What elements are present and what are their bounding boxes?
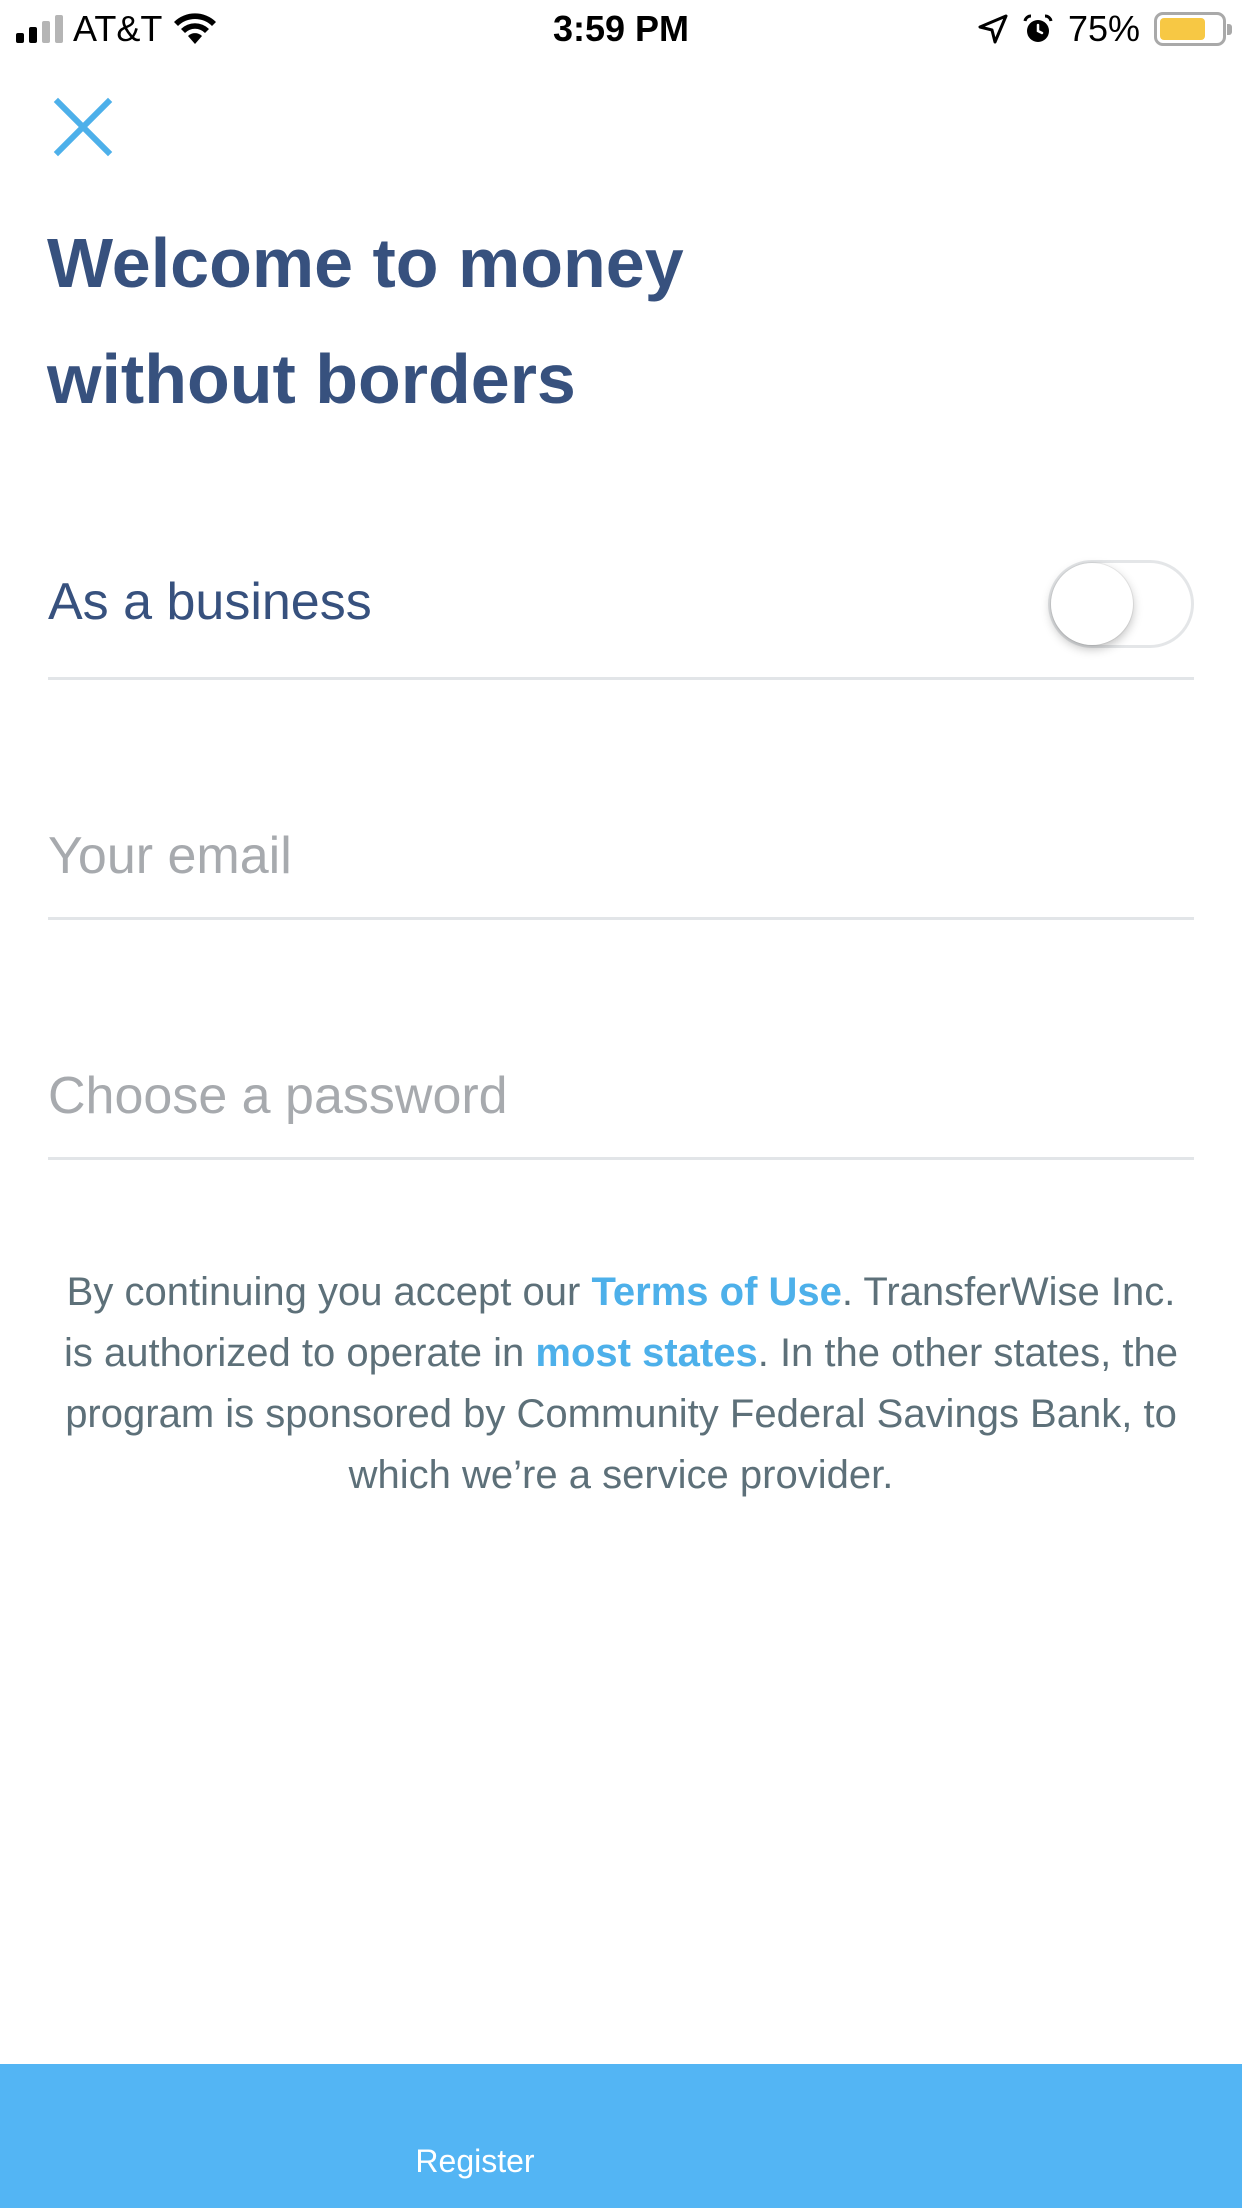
location-arrow-icon: [978, 14, 1008, 44]
most-states-link[interactable]: most states: [535, 1331, 757, 1375]
password-field[interactable]: [48, 1066, 1194, 1126]
register-button[interactable]: [0, 2064, 1242, 2208]
alarm-icon: [1023, 14, 1053, 42]
close-icon: [53, 97, 113, 157]
business-toggle-label: As a business: [48, 573, 372, 631]
status-bar: AT&T 3:59 PM 75%: [0, 0, 1242, 62]
business-toggle-row: As a business: [48, 560, 1194, 680]
legal-text: By continuing you accept our Terms of Us…: [60, 1262, 1182, 1506]
close-button[interactable]: [52, 96, 114, 158]
password-field-row: [48, 1050, 1194, 1160]
status-bar-right: 75%: [978, 8, 1232, 50]
page-title-line-2: without borders: [47, 340, 576, 418]
page-title: Welcome to money without borders: [47, 205, 947, 437]
battery-percent: 75%: [1067, 8, 1140, 49]
email-field[interactable]: [48, 826, 1194, 886]
toggle-knob: [1051, 563, 1133, 645]
business-toggle[interactable]: [1048, 560, 1194, 648]
page-title-line-1: Welcome to money: [47, 224, 684, 302]
legal-text-part-1: By continuing you accept our: [66, 1270, 592, 1314]
battery-icon: [1154, 12, 1232, 46]
register-button-label: Register: [415, 2143, 535, 2179]
email-field-row: [48, 810, 1194, 920]
battery-level-fill: [1160, 18, 1205, 40]
terms-of-use-link[interactable]: Terms of Use: [591, 1270, 841, 1314]
